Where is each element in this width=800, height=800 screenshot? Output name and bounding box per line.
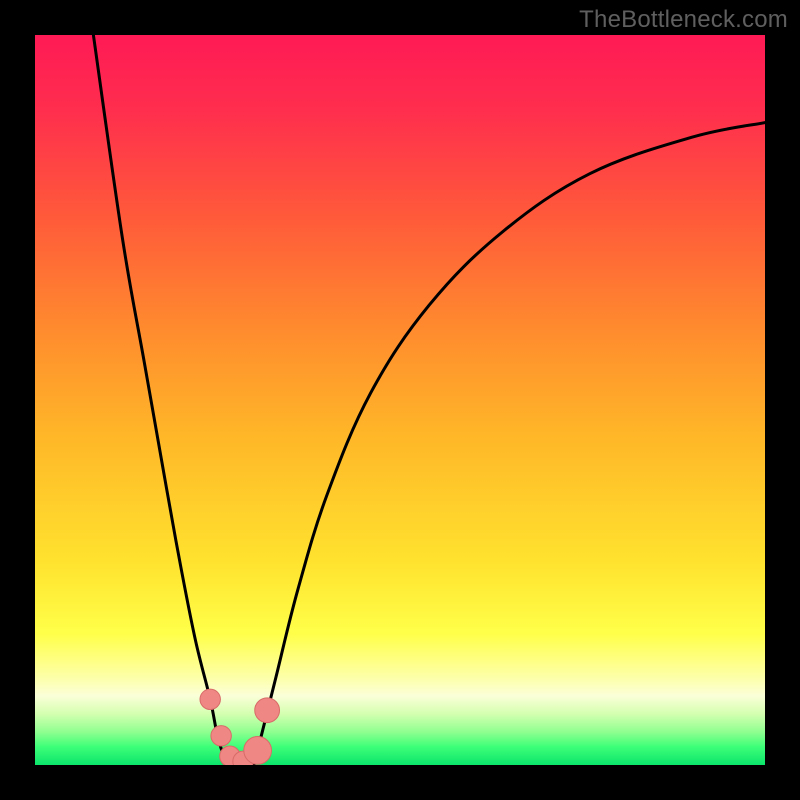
marker-1	[211, 726, 231, 746]
bottleneck-curves	[93, 35, 765, 765]
curve-bottleneck-left	[93, 35, 232, 765]
curve-bottleneck-right	[254, 123, 765, 765]
watermark-text: TheBottleneck.com	[579, 6, 788, 34]
data-markers	[200, 689, 280, 765]
marker-4	[244, 737, 272, 765]
marker-5	[255, 698, 280, 723]
chart-stage: TheBottleneck.com	[0, 0, 800, 800]
plot-area	[35, 35, 765, 765]
marker-0	[200, 689, 220, 709]
curve-layer	[35, 35, 765, 765]
